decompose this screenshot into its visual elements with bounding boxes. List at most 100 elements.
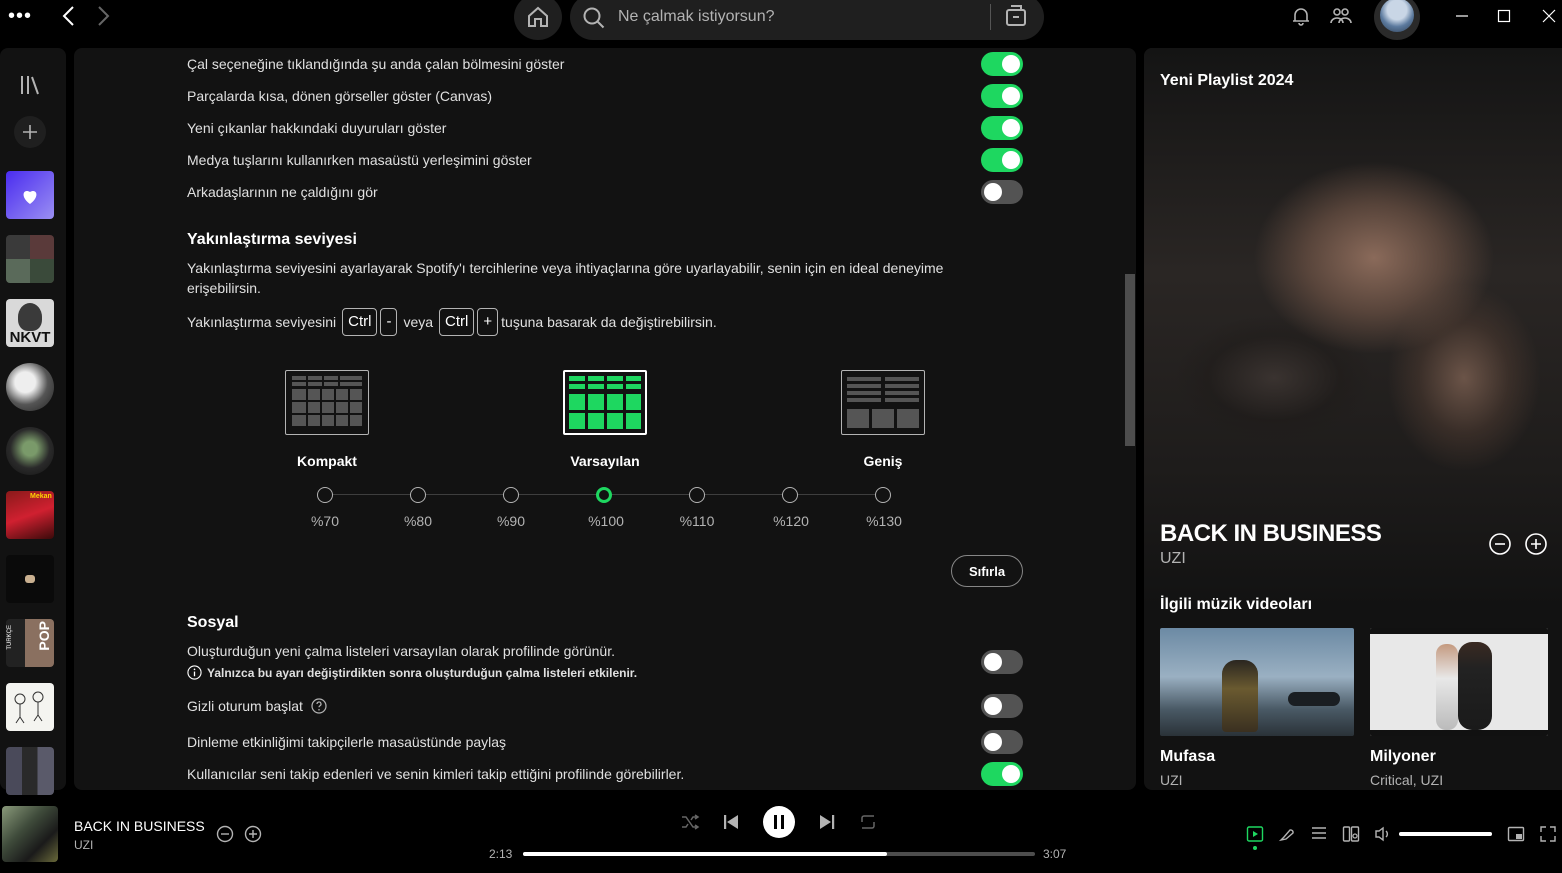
menu-dots-icon[interactable]: ••• xyxy=(8,5,38,27)
repeat-icon[interactable] xyxy=(858,812,878,832)
video-title[interactable]: Mufasa xyxy=(1160,748,1215,766)
playlist-item[interactable] xyxy=(6,555,54,603)
thumb-text: NKVT xyxy=(9,329,51,346)
pause-icon xyxy=(774,815,784,829)
zoom-option-110[interactable] xyxy=(689,487,705,503)
plus-icon xyxy=(23,125,37,139)
back-arrow-icon[interactable] xyxy=(58,5,80,27)
social-section-title: Sosyal xyxy=(187,614,239,631)
top-bar: ••• Ne çalmak istiyorsun? xyxy=(0,0,1562,40)
remove-circle-icon[interactable] xyxy=(216,825,234,843)
friend-activity-icon[interactable] xyxy=(1330,6,1352,26)
setting-toggle[interactable] xyxy=(981,762,1023,786)
shortcut-text: tuşuna basarak da değiştirebilirsin. xyxy=(501,314,717,330)
settings-scrollbar[interactable] xyxy=(1125,274,1135,446)
previous-track-icon[interactable] xyxy=(721,812,741,832)
layout-compact-preview[interactable] xyxy=(285,370,369,435)
setting-label: Arkadaşlarının ne çaldığını gör xyxy=(187,184,378,200)
shuffle-icon[interactable] xyxy=(680,812,700,832)
setting-label: Yeni çıkanlar hakkındaki duyuruları göst… xyxy=(187,120,447,136)
now-playing-playlist-title[interactable]: Yeni Playlist 2024 xyxy=(1160,72,1293,90)
video-title[interactable]: Milyoner xyxy=(1370,748,1436,766)
add-circle-icon[interactable] xyxy=(244,825,262,843)
related-videos-title: İlgili müzik videoları xyxy=(1160,596,1313,613)
video-thumbnail-milyoner[interactable] xyxy=(1370,628,1548,736)
layout-default-preview[interactable] xyxy=(563,370,647,435)
setting-toggle[interactable] xyxy=(981,180,1023,204)
now-playing-artist[interactable]: UZI xyxy=(1160,550,1186,568)
add-circle-icon[interactable] xyxy=(1524,532,1548,556)
help-icon[interactable] xyxy=(311,698,327,714)
close-icon[interactable] xyxy=(1541,8,1557,24)
search-bar[interactable]: Ne çalmak istiyorsun? xyxy=(570,0,1044,40)
notification-bell-icon[interactable] xyxy=(1291,6,1311,26)
setting-toggle[interactable] xyxy=(981,650,1023,674)
zoom-option-90[interactable] xyxy=(503,487,519,503)
playback-progress-bar[interactable] xyxy=(523,852,1035,856)
zoom-reset-button[interactable]: Sıfırla xyxy=(951,555,1023,587)
setting-toggle[interactable] xyxy=(981,84,1023,108)
video-thumbnail-mufasa[interactable] xyxy=(1160,628,1354,736)
artist-item[interactable] xyxy=(6,427,54,475)
playlist-item[interactable] xyxy=(6,747,54,795)
lyrics-icon[interactable] xyxy=(1278,825,1296,843)
shortcut-text: Yakınlaştırma seviyesini xyxy=(187,314,337,330)
zoom-option-100[interactable] xyxy=(596,487,612,503)
zoom-description: Yakınlaştırma seviyesini ayarlayarak Spo… xyxy=(187,260,944,296)
next-track-icon[interactable] xyxy=(817,812,837,832)
now-playing-cover[interactable] xyxy=(2,806,58,862)
liked-songs-item[interactable] xyxy=(6,171,54,219)
remove-circle-icon[interactable] xyxy=(1488,532,1512,556)
zoom-shortcut-line: Yakınlaştırma seviyesini Ctrl - veya Ctr… xyxy=(187,308,977,336)
volume-icon[interactable] xyxy=(1374,825,1392,843)
zoom-option-80[interactable] xyxy=(410,487,426,503)
minimize-icon[interactable] xyxy=(1454,8,1470,24)
search-input[interactable]: Ne çalmak istiyorsun? xyxy=(618,8,775,26)
artist-item[interactable] xyxy=(6,363,54,411)
miniplayer-icon[interactable] xyxy=(1507,825,1525,843)
playlist-item[interactable] xyxy=(6,683,54,731)
connect-device-icon[interactable] xyxy=(1342,825,1360,843)
create-playlist-button[interactable] xyxy=(14,116,46,148)
zoom-section-title: Yakınlaştırma seviyesi xyxy=(187,231,357,248)
zoom-option-70[interactable] xyxy=(317,487,333,503)
layout-wide-preview[interactable] xyxy=(841,370,925,435)
setting-label: Parçalarda kısa, dönen görseller göster … xyxy=(187,88,493,104)
forward-arrow-icon[interactable] xyxy=(92,5,114,27)
player-song-title[interactable]: BACK IN BUSINESS xyxy=(74,818,205,834)
setting-label: Gizli oturum başlat xyxy=(187,698,303,714)
pause-button[interactable] xyxy=(763,806,795,838)
total-duration: 3:07 xyxy=(1043,847,1067,861)
fullscreen-icon[interactable] xyxy=(1539,825,1557,843)
queue-icon[interactable] xyxy=(1310,825,1328,843)
now-playing-song-title[interactable]: BACK IN BUSINESS xyxy=(1160,520,1382,548)
playlist-item[interactable] xyxy=(6,235,54,283)
plus-key: + xyxy=(477,308,499,336)
video-artist[interactable]: Critical, UZI xyxy=(1370,772,1443,788)
setting-note: Yalnızca bu ayarı değiştirdikten sonra o… xyxy=(187,665,637,680)
now-playing-view-icon[interactable] xyxy=(1246,825,1264,843)
elapsed-time: 2:13 xyxy=(489,847,513,861)
browse-icon[interactable] xyxy=(1004,4,1028,28)
thumb-text: TÜRKÇE xyxy=(7,625,13,650)
ctrl-key: Ctrl xyxy=(439,308,475,336)
setting-toggle[interactable] xyxy=(981,694,1023,718)
playlist-item[interactable]: TÜRKÇE POP xyxy=(6,619,54,667)
volume-slider[interactable] xyxy=(1399,832,1492,836)
setting-toggle[interactable] xyxy=(981,148,1023,172)
home-button[interactable] xyxy=(514,0,562,40)
setting-toggle[interactable] xyxy=(981,116,1023,140)
library-icon[interactable] xyxy=(19,74,41,96)
user-avatar[interactable] xyxy=(1374,0,1420,40)
video-artist[interactable]: UZI xyxy=(1160,772,1183,788)
setting-toggle[interactable] xyxy=(981,730,1023,754)
player-artist[interactable]: UZI xyxy=(74,838,93,852)
playlist-item[interactable]: Mekan xyxy=(6,491,54,539)
zoom-option-120[interactable] xyxy=(782,487,798,503)
setting-toggle[interactable] xyxy=(981,52,1023,76)
maximize-icon[interactable] xyxy=(1496,8,1512,24)
zoom-option-130[interactable] xyxy=(875,487,891,503)
playlist-item[interactable]: NKVT xyxy=(6,299,54,347)
library-sidebar: NKVT Mekan TÜRKÇE POP xyxy=(0,48,66,795)
shortcut-or-text: veya xyxy=(403,314,434,330)
